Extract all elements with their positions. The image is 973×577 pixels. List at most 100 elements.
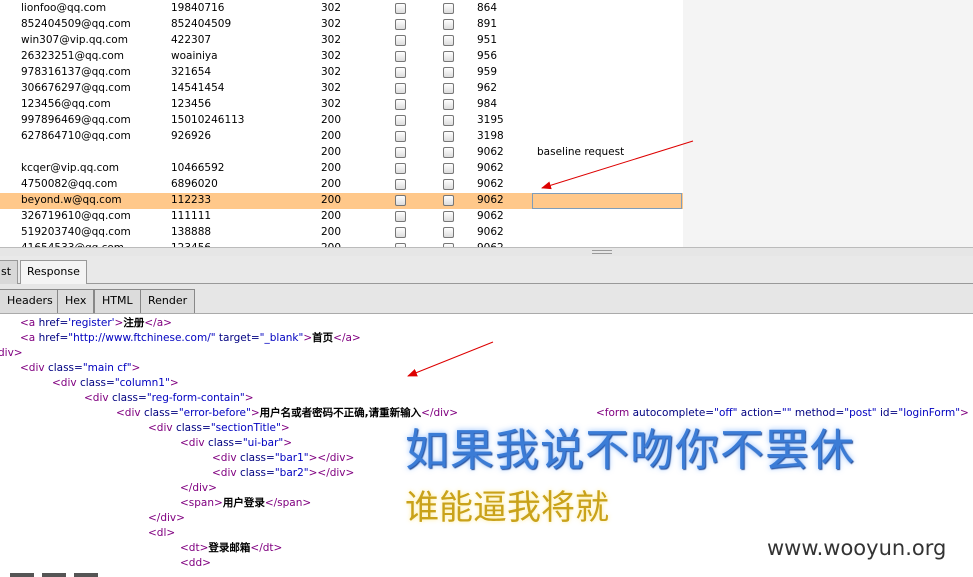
code-line: <div class="bar2"></div> [212,467,355,479]
code-line: <a href="http://www.ftchinese.com/" targ… [20,332,361,344]
error-checkbox[interactable] [395,115,406,126]
error-checkbox[interactable] [395,195,406,206]
code-line: <div class="ui-bar"> [180,437,293,449]
cell-length: 959 [477,66,498,78]
cell-status: 200 [321,114,342,126]
cell-email: 123456@qq.com [21,98,111,110]
view-subtabs: Headers Hex HTML Render [0,284,973,314]
cell-status: 302 [321,82,342,94]
timeout-checkbox[interactable] [443,51,454,62]
cell-status: 200 [321,194,342,206]
error-checkbox[interactable] [395,147,406,158]
subtab-hex[interactable]: Hex [57,289,95,313]
error-checkbox[interactable] [395,179,406,190]
timeout-checkbox[interactable] [443,131,454,142]
cell-comment: baseline request [537,146,625,158]
comment-edit-field[interactable] [532,193,682,209]
code-line: <a href='register'>注册</a> [20,317,172,329]
cell-length: 864 [477,2,498,14]
cell-password: 112233 [171,194,212,206]
cell-email: 326719610@qq.com [21,210,131,222]
table-empty-area [683,0,973,247]
error-checkbox[interactable] [395,131,406,142]
cell-email: kcqer@vip.qq.com [21,162,120,174]
code-line: <div class="column1"> [52,377,179,389]
timeout-checkbox[interactable] [443,19,454,30]
table-row[interactable]: beyond.w@qq.com 112233 200 9062 [0,193,683,209]
splitter-grip-icon[interactable] [592,250,612,254]
cell-email: 627864710@qq.com [21,130,131,142]
error-checkbox[interactable] [395,67,406,78]
table-row[interactable]: 123456@qq.com 123456 302 984 [0,97,683,113]
table-row[interactable]: 306676297@qq.com 14541454 302 962 [0,81,683,97]
code-line: <div class="sectionTitle"> [148,422,290,434]
table-row[interactable]: 326719610@qq.com 111111 200 9062 [0,209,683,225]
timeout-checkbox[interactable] [443,179,454,190]
cell-email: 4750082@qq.com [21,178,118,190]
timeout-checkbox[interactable] [443,227,454,238]
cell-email: win307@vip.qq.com [21,34,128,46]
cell-status: 200 [321,130,342,142]
cell-length: 9062 [477,162,504,174]
timeout-checkbox[interactable] [443,35,454,46]
timeout-checkbox[interactable] [443,3,454,14]
table-row[interactable]: 519203740@qq.com 138888 200 9062 [0,225,683,241]
cell-status: 200 [321,162,342,174]
error-checkbox[interactable] [395,35,406,46]
cell-length: 9062 [477,226,504,238]
timeout-checkbox[interactable] [443,99,454,110]
bottom-edge-marks [0,573,120,577]
timeout-checkbox[interactable] [443,195,454,206]
subtab-html[interactable]: HTML [94,289,141,313]
table-row[interactable]: 200 9062 baseline request [0,145,683,161]
cell-length: 891 [477,18,498,30]
timeout-checkbox[interactable] [443,211,454,222]
cell-email: 978316137@qq.com [21,66,131,78]
table-row[interactable]: 997896469@qq.com 15010246113 200 3195 [0,113,683,129]
code-line: </div> [180,482,217,494]
table-row[interactable]: win307@vip.qq.com 422307 302 951 [0,33,683,49]
timeout-checkbox[interactable] [443,147,454,158]
subtab-headers[interactable]: Headers [0,289,61,313]
tab-response[interactable]: Response [20,260,87,285]
cell-status: 302 [321,18,342,30]
cell-length: 9062 [477,194,504,206]
error-checkbox[interactable] [395,83,406,94]
code-line: <div class="main cf"> [20,362,141,374]
table-row[interactable]: 4750082@qq.com 6896020 200 9062 [0,177,683,193]
cell-email: beyond.w@qq.com [21,194,122,206]
table-row[interactable]: 978316137@qq.com 321654 302 959 [0,65,683,81]
subtab-render[interactable]: Render [140,289,196,313]
pane-splitter[interactable] [0,247,973,256]
cell-status: 302 [321,66,342,78]
error-checkbox[interactable] [395,19,406,30]
cell-password: 6896020 [171,178,218,190]
cell-email: 306676297@qq.com [21,82,131,94]
code-line: <span>用户登录</span> [180,497,312,509]
tab-request[interactable]: st [0,260,19,284]
cell-password: 111111 [171,210,212,222]
cell-password: 15010246113 [171,114,245,126]
code-line: <dt>登录邮箱</dt> [180,542,283,554]
table-row[interactable]: 26323251@qq.com woainiya 302 956 [0,49,683,65]
table-row[interactable]: 852404509@qq.com 852404509 302 891 [0,17,683,33]
cell-email: 519203740@qq.com [21,226,131,238]
timeout-checkbox[interactable] [443,67,454,78]
error-checkbox[interactable] [395,163,406,174]
error-checkbox[interactable] [395,211,406,222]
cell-length: 962 [477,82,498,94]
timeout-checkbox[interactable] [443,83,454,94]
timeout-checkbox[interactable] [443,115,454,126]
table-row[interactable]: lionfoo@qq.com 19840716 302 864 [0,1,683,17]
error-checkbox[interactable] [395,227,406,238]
edge-mark [42,573,66,577]
error-checkbox[interactable] [395,51,406,62]
error-checkbox[interactable] [395,3,406,14]
cell-password: 10466592 [171,162,225,174]
table-row[interactable]: 627864710@qq.com 926926 200 3198 [0,129,683,145]
cell-status: 302 [321,98,342,110]
table-row[interactable]: kcqer@vip.qq.com 10466592 200 9062 [0,161,683,177]
error-checkbox[interactable] [395,99,406,110]
timeout-checkbox[interactable] [443,163,454,174]
cell-status: 302 [321,50,342,62]
